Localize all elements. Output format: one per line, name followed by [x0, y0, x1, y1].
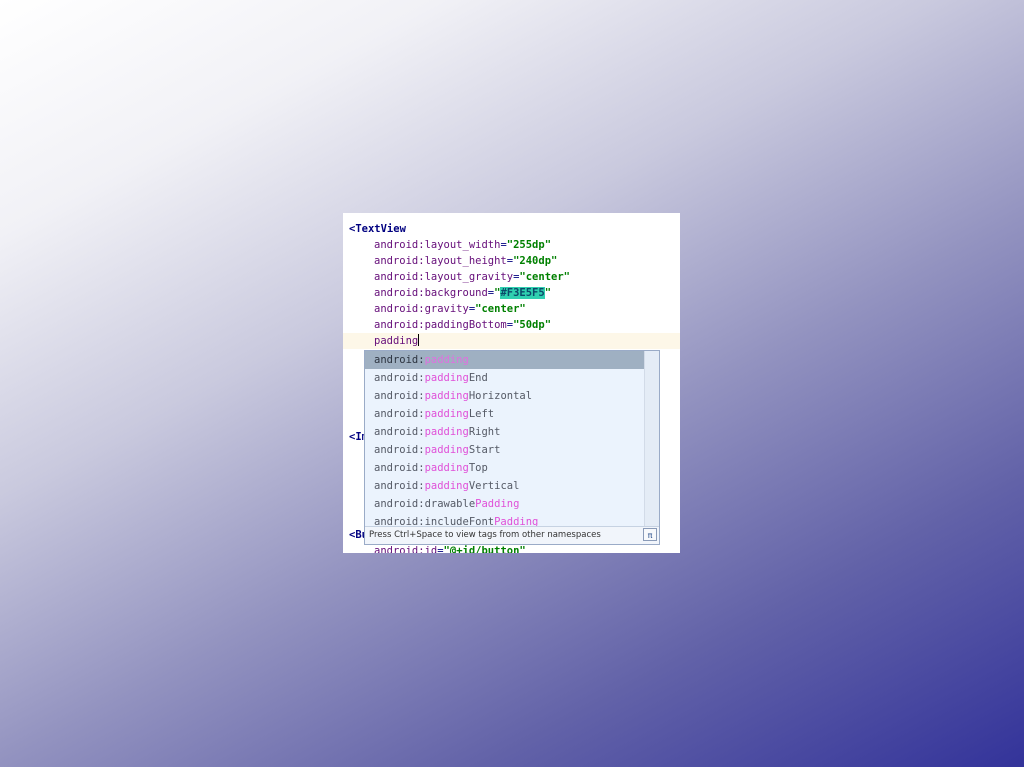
autocomplete-item[interactable]: android:paddingVertical — [365, 477, 645, 495]
autocomplete-item[interactable]: android:paddingHorizontal — [365, 387, 645, 405]
code-line-background: android:background="#F3E5F5" — [374, 287, 552, 299]
autocomplete-item[interactable]: android:drawablePadding — [365, 495, 645, 513]
attr-value: "255dp" — [506, 239, 552, 251]
attr-value: "240dp" — [513, 255, 558, 267]
autocomplete-scrollbar[interactable] — [644, 351, 659, 527]
code-line-padding-bottom: android:paddingBottom="50dp" — [374, 319, 552, 331]
footer-hint: Press Ctrl+Space to view tags from other… — [369, 530, 601, 540]
attr-name: android:gravity — [374, 303, 469, 315]
autocomplete-footer: Press Ctrl+Space to view tags from other… — [365, 526, 659, 544]
typed-text: padding — [374, 335, 419, 347]
attr-name: android:layout_width — [374, 239, 501, 251]
text-caret — [418, 334, 420, 346]
attr-value: "50dp" — [513, 319, 552, 331]
autocomplete-item[interactable]: android:paddingTop — [365, 459, 645, 477]
autocomplete-item[interactable]: android:paddingRight — [365, 423, 645, 441]
attr-value: "center" — [475, 303, 526, 315]
pi-icon[interactable]: π — [643, 528, 657, 541]
xml-tag: <TextView — [349, 223, 406, 235]
attr-name: android:layout_height — [374, 255, 507, 267]
attr-name: android:paddingBottom — [374, 319, 507, 331]
code-line-layout-gravity: android:layout_gravity="center" — [374, 271, 570, 283]
autocomplete-popup[interactable]: android:padding android:paddingEnd andro… — [364, 350, 660, 545]
autocomplete-item[interactable]: android:paddingLeft — [365, 405, 645, 423]
autocomplete-item[interactable]: android:paddingEnd — [365, 369, 645, 387]
code-line-layout-height: android:layout_height="240dp" — [374, 255, 558, 267]
color-value-highlight: #F3E5F5 — [500, 287, 545, 299]
attr-name: android:layout_gravity — [374, 271, 514, 283]
code-line-current[interactable]: padding — [343, 333, 680, 349]
autocomplete-item[interactable]: android:paddingStart — [365, 441, 645, 459]
attr-name: android:background — [374, 287, 488, 299]
code-line-gravity: android:gravity="center" — [374, 303, 526, 315]
attr-value: "center" — [519, 271, 570, 283]
autocomplete-item[interactable]: android:padding — [365, 351, 645, 369]
code-line-textview-tag: <TextView — [349, 221, 680, 237]
code-line-layout-width: android:layout_width="255dp" — [374, 239, 552, 251]
